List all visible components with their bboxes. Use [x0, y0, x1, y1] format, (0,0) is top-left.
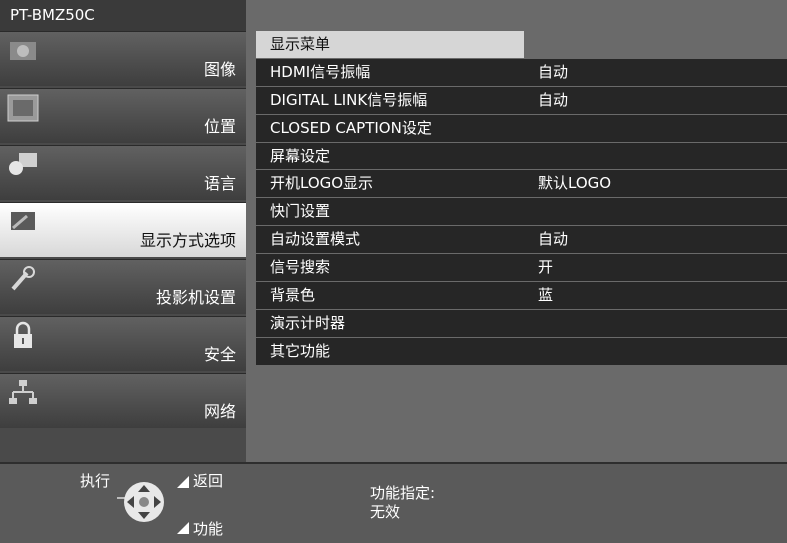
sidebar-item-label: 投影机设置 — [155, 288, 236, 307]
menu-row-signal-search[interactable]: 信号搜索 开 — [256, 254, 787, 283]
remote-dpad-icon — [117, 482, 164, 522]
back-label: 返回 — [193, 472, 224, 490]
sidebar-item-label: 图像 — [203, 60, 236, 79]
function-assign-value: 无效 — [370, 503, 401, 521]
menu-row-label: 自动设置模式 — [270, 230, 361, 249]
menu-row-value: 自动 — [538, 62, 569, 81]
menu-row-value: 默认LOGO — [538, 174, 612, 193]
picture-icon — [6, 38, 40, 64]
menu-row-label: 其它功能 — [270, 341, 331, 360]
footer-guide: 执行 返回 功能 功能指定: 无效 — [0, 462, 787, 543]
sidebar-item-position[interactable]: 位置 — [0, 88, 246, 143]
menu-row-digital-link-signal-level[interactable]: DIGITAL LINK信号振幅 自动 — [256, 86, 787, 115]
menu-row-startup-logo[interactable]: 开机LOGO显示 默认LOGO — [256, 170, 787, 199]
menu-row-label: 背景色 — [270, 286, 316, 305]
menu-row-value: 开 — [538, 258, 554, 277]
sidebar-item-label: 显示方式选项 — [139, 231, 236, 250]
sidebar-item-label: 安全 — [203, 345, 236, 364]
menu-row-auto-setup-mode[interactable]: 自动设置模式 自动 — [256, 226, 787, 255]
menu-row-label: 信号搜索 — [270, 258, 331, 277]
menu-row-label: CLOSED CAPTION设定 — [270, 118, 432, 137]
language-icon — [6, 152, 40, 178]
display-option-icon — [6, 209, 40, 235]
function-label: 功能 — [193, 520, 224, 538]
sidebar: PT-BMZ50C 图像 位置 语言 显示方式选项 投影机设置 安全 网络 — [0, 0, 246, 462]
menu-row-label: 快门设置 — [270, 202, 331, 221]
menu-row-value: 自动 — [538, 230, 569, 249]
menu-row-shutter-setting[interactable]: 快门设置 — [256, 198, 787, 227]
projector-setting-icon — [6, 266, 40, 292]
menu-row-value: 自动 — [538, 90, 569, 109]
sidebar-item-language[interactable]: 语言 — [0, 145, 246, 200]
menu-row-background-color[interactable]: 背景色 蓝 — [256, 282, 787, 310]
sidebar-item-label: 位置 — [203, 117, 236, 136]
back-button-icon — [177, 476, 189, 488]
menu-row-closed-caption[interactable]: CLOSED CAPTION设定 — [256, 114, 787, 143]
main-panel: 显示菜单 HDMI信号振幅 自动 DIGITAL LINK信号振幅 自动 CLOSE… — [246, 0, 787, 462]
sidebar-item-label: 网络 — [203, 402, 236, 421]
menu-row-presentation-timer[interactable]: 演示计时器 — [256, 309, 787, 338]
sidebar-item-network[interactable]: 网络 — [0, 373, 246, 428]
sidebar-item-display-option[interactable]: 显示方式选项 — [0, 202, 246, 257]
sidebar-item-security[interactable]: 安全 — [0, 316, 246, 371]
menu-row-label: 屏幕设定 — [270, 146, 331, 165]
model-name: PT-BMZ50C — [0, 0, 246, 31]
menu-row-label: 演示计时器 — [270, 313, 346, 332]
menu-row-other-functions[interactable]: 其它功能 — [256, 337, 787, 366]
menu-row-label: HDMI信号振幅 — [270, 62, 371, 81]
menu-row-hdmi-signal-level[interactable]: HDMI信号振幅 自动 — [256, 58, 787, 87]
menu-row-value: 蓝 — [538, 286, 554, 305]
display-option-menu: 显示菜单 HDMI信号振幅 自动 DIGITAL LINK信号振幅 自动 CLOSE… — [256, 31, 787, 366]
sidebar-item-projector-setting[interactable]: 投影机设置 — [0, 259, 246, 314]
menu-row-label: DIGITAL LINK信号振幅 — [270, 90, 428, 109]
sidebar-item-picture[interactable]: 图像 — [0, 31, 246, 86]
function-button-icon — [177, 522, 189, 534]
menu-row-screen-setting[interactable]: 屏幕设定 — [256, 142, 787, 171]
lock-icon — [6, 321, 40, 349]
menu-title: 显示菜单 — [256, 31, 524, 59]
sidebar-item-label: 语言 — [203, 174, 236, 193]
execute-label: 执行 — [80, 472, 111, 490]
position-icon — [6, 94, 40, 122]
menu-row-label: 开机LOGO显示 — [270, 174, 374, 193]
function-assign-label: 功能指定: — [370, 484, 436, 502]
network-icon — [6, 380, 40, 406]
